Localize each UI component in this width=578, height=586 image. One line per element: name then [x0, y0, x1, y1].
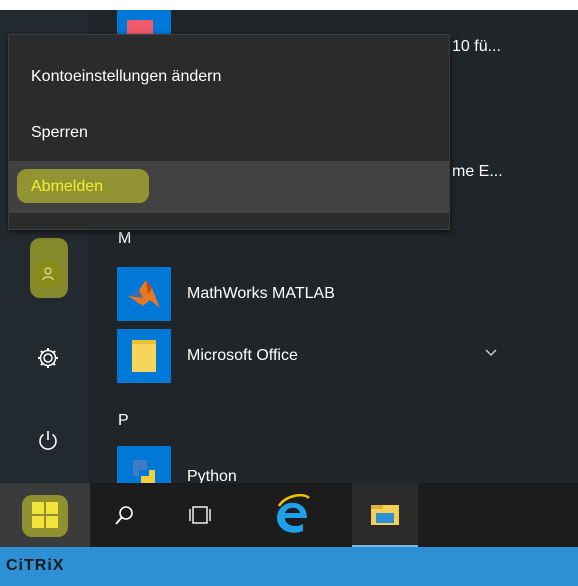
app-item-label: Python [187, 468, 237, 483]
menu-item-change-account-settings[interactable]: Kontoeinstellungen ändern [9, 51, 449, 103]
document-icon [127, 20, 153, 34]
taskbar [0, 483, 578, 547]
menu-item-sign-out[interactable]: Abmelden [9, 161, 449, 213]
python-tile [117, 446, 171, 483]
app-item-label: MathWorks MATLAB [187, 285, 335, 302]
start-button[interactable] [0, 483, 90, 547]
task-view-icon[interactable] [182, 499, 218, 531]
office-folder-tile [117, 329, 171, 383]
windows-start-icon [32, 502, 58, 528]
section-letter-m[interactable]: M [118, 230, 131, 248]
citrix-logo: CiTRiX [6, 557, 65, 574]
file-explorer-icon[interactable] [352, 483, 418, 547]
app-item-label: Microsoft Office [187, 347, 298, 364]
matlab-tile [117, 267, 171, 321]
app-item-matlab[interactable]: MathWorks MATLAB [117, 262, 517, 326]
app-item-python[interactable]: Python [117, 446, 517, 483]
internet-explorer-icon[interactable] [270, 491, 316, 539]
menu-item-label: Kontoeinstellungen ändern [31, 68, 222, 85]
account-context-menu: Kontoeinstellungen ändern Sperren Abmeld… [8, 34, 450, 230]
user-avatar-icon[interactable] [34, 260, 62, 288]
menu-item-label: Sperren [31, 124, 88, 141]
expand-chevron-icon[interactable] [482, 344, 500, 362]
citrix-bar: CiTRiX [0, 547, 578, 586]
power-icon[interactable] [32, 424, 64, 456]
matlab-icon [128, 280, 160, 308]
app-label-partial-1[interactable]: 10 fü... [452, 38, 501, 56]
menu-item-lock[interactable]: Sperren [9, 107, 449, 159]
section-letter-p[interactable]: P [118, 412, 129, 430]
app-label-partial-2[interactable]: me E... [452, 163, 503, 181]
search-icon[interactable] [108, 499, 140, 531]
gear-icon[interactable] [32, 342, 64, 374]
app-item-microsoft-office[interactable]: Microsoft Office [117, 324, 517, 388]
python-icon [133, 460, 155, 483]
menu-item-label: Abmelden [31, 178, 104, 195]
folder-icon [132, 340, 156, 372]
